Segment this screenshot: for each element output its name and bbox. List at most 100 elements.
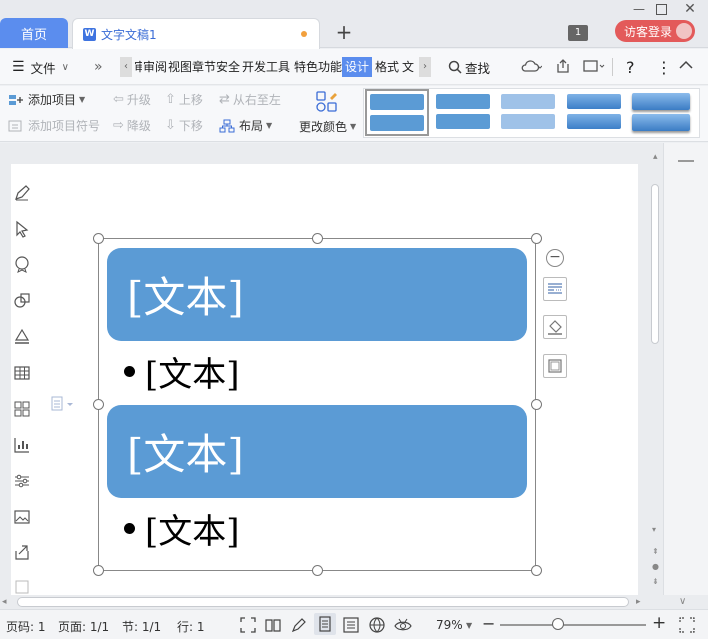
resize-handle-s[interactable] — [312, 565, 323, 576]
select-browse-icon[interactable]: ● — [652, 562, 659, 571]
layout-options-button[interactable] — [543, 277, 567, 301]
style-option-1[interactable] — [365, 89, 429, 136]
badge-icon[interactable] — [13, 255, 31, 273]
smartart-box-1[interactable]: [文本] — [107, 248, 527, 341]
outline-view-icon[interactable] — [343, 617, 359, 633]
smartart-bullet-1[interactable]: [文本] — [124, 350, 240, 395]
style-option-3[interactable] — [498, 91, 558, 135]
panel-more-icon[interactable] — [13, 578, 31, 596]
zoom-slider-track[interactable] — [500, 624, 646, 626]
table-icon[interactable] — [13, 364, 31, 382]
promote-button[interactable]: ⇦ 升级 — [113, 91, 151, 108]
tab-document[interactable]: W 文字文稿1 — [72, 18, 320, 49]
pen-mode-icon[interactable] — [291, 617, 307, 633]
resize-handle-n[interactable] — [312, 233, 323, 244]
more-tabs-icon[interactable]: » — [94, 49, 103, 85]
smartart-bullet-2[interactable]: [文本] — [124, 507, 240, 552]
style-option-4[interactable] — [564, 91, 624, 135]
scroll-down-icon[interactable]: ▾ — [652, 525, 656, 534]
image-icon[interactable] — [13, 508, 31, 526]
tab-format[interactable]: 格式 — [375, 57, 399, 77]
tab-view[interactable]: 视图 — [168, 57, 192, 77]
outline-button[interactable] — [543, 354, 567, 378]
scrollbar-thumb[interactable] — [651, 184, 659, 344]
scroll-left-icon[interactable]: ◂ — [2, 597, 7, 607]
more-options-icon[interactable]: ⋮ — [656, 49, 672, 85]
demote-button[interactable]: ⇨ 降级 — [113, 117, 151, 134]
add-bullet-button[interactable]: 添加项目符号 — [8, 117, 100, 134]
resize-handle-e[interactable] — [531, 399, 542, 410]
zoom-slider-thumb[interactable] — [552, 618, 564, 630]
close-window-button[interactable]: ✕ — [683, 2, 697, 16]
bar-chart-icon[interactable] — [13, 436, 31, 454]
zoom-out-button[interactable]: − — [482, 614, 495, 633]
fill-button[interactable] — [543, 315, 567, 339]
tab-design[interactable]: 设计 — [342, 57, 373, 77]
tab-developer[interactable]: 开发工具 — [242, 57, 290, 77]
resize-handle-se[interactable] — [531, 565, 542, 576]
cloud-sync-icon[interactable] — [520, 58, 542, 74]
collapse-icon[interactable]: − — [546, 249, 564, 267]
style-option-5[interactable] — [630, 91, 692, 135]
row-indicator[interactable]: 行: 1 — [177, 618, 205, 635]
right-to-left-button[interactable]: ⇄ 从右至左 — [219, 91, 281, 108]
style-option-2[interactable] — [433, 91, 493, 135]
read-mode-icon[interactable] — [265, 617, 281, 633]
move-up-button[interactable]: ⇧ 上移 — [165, 91, 203, 108]
horizontal-scrollbar[interactable]: ◂ ▸ ∨ — [0, 595, 708, 609]
prev-page-icon[interactable]: ⇞ — [652, 547, 659, 556]
move-down-button[interactable]: ⇩ 下移 — [165, 117, 203, 134]
resize-handle-sw[interactable] — [93, 565, 104, 576]
sliders-icon[interactable] — [13, 472, 31, 490]
share-out-icon[interactable] — [13, 543, 31, 561]
eye-protect-icon[interactable] — [394, 616, 412, 634]
new-tab-button[interactable]: + — [334, 22, 354, 44]
scroll-up-icon[interactable]: ▴ — [653, 152, 658, 162]
select-cursor-icon[interactable] — [13, 220, 31, 238]
next-page-icon[interactable]: ⇟ — [652, 577, 659, 586]
tab-security[interactable]: 安全 — [216, 57, 240, 77]
scroll-tabs-right-icon[interactable]: › — [419, 57, 431, 77]
add-item-button[interactable]: 添加项目 ▼ — [8, 91, 85, 108]
export-icon[interactable] — [582, 58, 606, 74]
fit-page-icon[interactable] — [679, 617, 695, 633]
edit-pen-icon[interactable] — [13, 184, 31, 202]
file-menu[interactable]: ☰ 文件 ∨ — [12, 49, 69, 85]
search-button[interactable]: 查找 — [448, 49, 490, 85]
collapse-ribbon-icon[interactable] — [679, 60, 693, 70]
layout-button[interactable]: 布局 ▼ — [219, 117, 272, 134]
page-number[interactable]: 页码: 1 — [6, 618, 46, 635]
web-view-icon[interactable] — [369, 617, 385, 633]
tab-more[interactable]: 文 — [402, 57, 419, 77]
change-color-button[interactable]: 更改颜色 ▼ — [299, 118, 356, 135]
scroll-tabs-left-icon[interactable]: ‹ — [120, 57, 132, 77]
resize-handle-nw[interactable] — [93, 233, 104, 244]
scroll-right-icon[interactable]: ▸ — [636, 597, 641, 607]
resize-handle-w[interactable] — [93, 399, 104, 410]
zoom-in-button[interactable]: + — [652, 613, 666, 633]
zoom-level[interactable]: 79% — [436, 618, 463, 632]
section-indicator[interactable]: 节: 1/1 — [122, 618, 161, 635]
vertical-scrollbar[interactable]: ▴ ▾ ⇞ ● ⇟ — [648, 152, 662, 595]
help-icon[interactable]: ? — [626, 49, 635, 85]
hscrollbar-thumb[interactable] — [17, 597, 629, 607]
resize-handle-ne[interactable] — [531, 233, 542, 244]
share-icon[interactable] — [555, 58, 571, 74]
chevron-down-icon[interactable]: ▼ — [466, 621, 472, 630]
fill-style-icon[interactable] — [13, 327, 31, 345]
page-count[interactable]: 页面: 1/1 — [58, 618, 109, 635]
guest-login-button[interactable]: 访客登录 — [615, 20, 695, 42]
window-count-badge[interactable]: 1 — [568, 25, 588, 41]
apps-grid-icon[interactable] — [13, 400, 31, 418]
tab-review[interactable]: 审阅 — [143, 57, 167, 77]
tab-features[interactable]: 特色功能 — [294, 57, 342, 77]
maximize-button[interactable] — [656, 4, 667, 15]
minimize-button[interactable]: — — [632, 2, 646, 16]
fullscreen-icon[interactable] — [240, 617, 256, 633]
page-view-icon[interactable] — [314, 613, 336, 635]
shapes-icon[interactable] — [13, 291, 31, 309]
smartart-box-2[interactable]: [文本] — [107, 405, 527, 498]
tab-home[interactable]: 首页 — [0, 18, 68, 48]
tab-section[interactable]: 章节 — [192, 57, 216, 77]
paragraph-marker-icon[interactable] — [49, 396, 75, 412]
